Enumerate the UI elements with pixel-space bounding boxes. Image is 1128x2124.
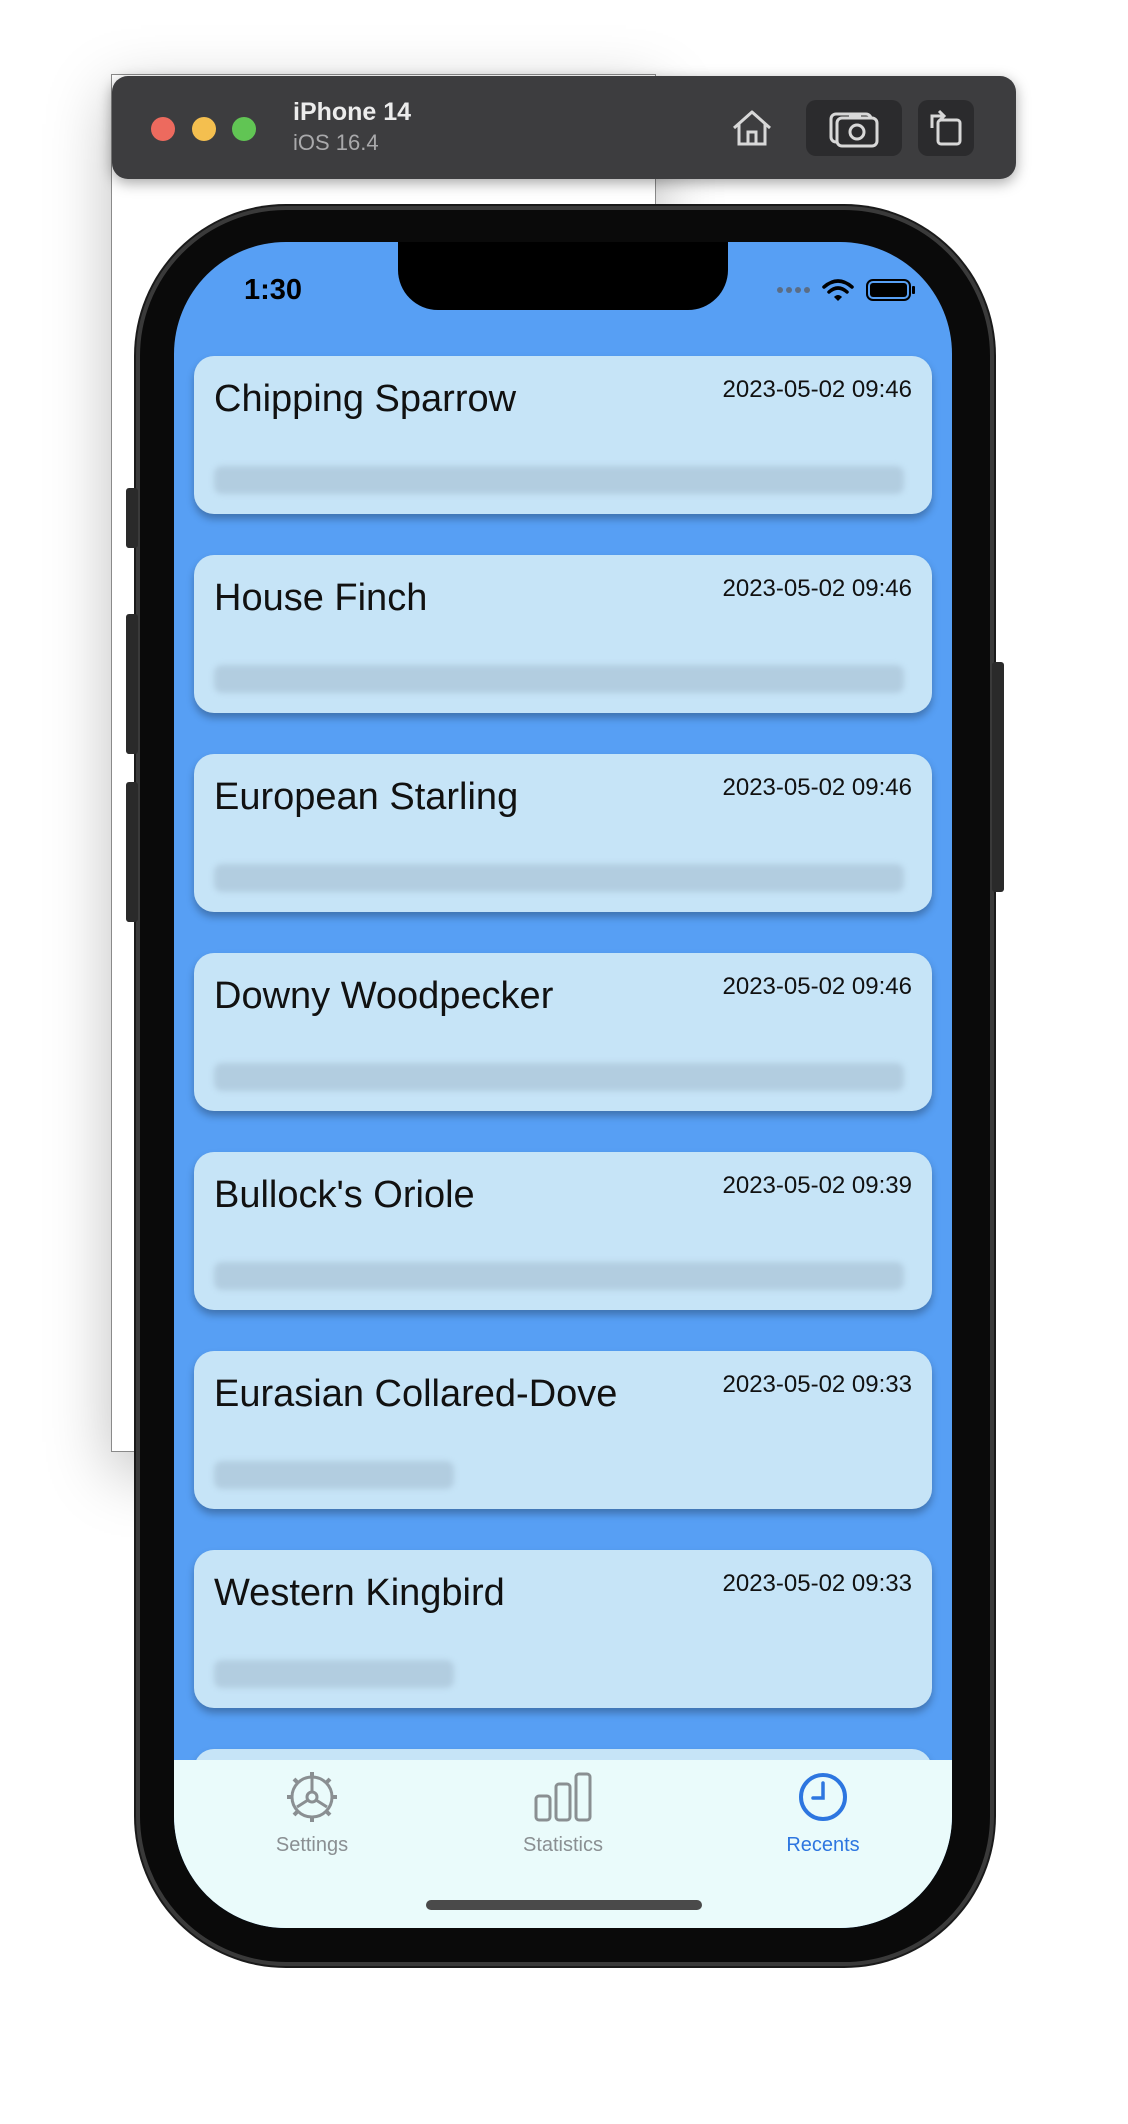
volume-up-button: [126, 614, 138, 754]
tab-label: Recents: [786, 1834, 860, 1856]
simulator-toolbar: iPhone 14 iOS 16.4: [112, 76, 1016, 179]
sighting-timestamp: 2023-05-02 09:46: [722, 376, 913, 403]
sighting-card[interactable]: Downy Woodpecker 2023-05-02 09:46: [194, 953, 932, 1111]
power-button: [992, 662, 1004, 892]
minimize-window-button[interactable]: [192, 117, 216, 141]
sighting-card[interactable]: House Finch 2023-05-02 09:46: [194, 555, 932, 713]
bird-name: Eurasian Collared-Dove: [214, 1373, 618, 1415]
home-icon: [733, 110, 771, 146]
bird-name: Western Kingbird: [214, 1572, 505, 1614]
clock-icon: [799, 1773, 847, 1821]
redacted-details: [214, 1063, 904, 1091]
rotate-icon: [930, 109, 962, 146]
zoom-window-button[interactable]: [232, 117, 256, 141]
close-window-button[interactable]: [151, 117, 175, 141]
tab-statistics[interactable]: Statistics: [483, 1770, 643, 1857]
tab-label: Statistics: [522, 1834, 604, 1856]
device-name: iPhone 14: [293, 98, 412, 126]
bird-name: Downy Woodpecker: [214, 975, 554, 1017]
bird-name: House Finch: [214, 577, 428, 619]
redacted-details: [214, 1660, 454, 1688]
status-time: 1:30: [244, 274, 303, 306]
sighting-timestamp: 2023-05-02 09:46: [722, 575, 913, 602]
sighting-timestamp: 2023-05-02 09:39: [722, 1172, 913, 1199]
sighting-timestamp: 2023-05-02 09:33: [722, 1371, 913, 1398]
sighting-timestamp: 2023-05-02 09:33: [722, 1570, 913, 1597]
notch: [398, 242, 728, 310]
redacted-details: [214, 1262, 904, 1290]
sighting-card[interactable]: Bullock's Oriole 2023-05-02 09:39: [194, 1152, 932, 1310]
status-icons: [776, 278, 916, 302]
bar-chart-icon: [534, 1772, 592, 1822]
silent-switch: [126, 488, 138, 548]
screenshot-icon: [829, 112, 879, 148]
tab-recents[interactable]: Recents: [743, 1770, 903, 1857]
cellular-dots-icon: [777, 287, 810, 293]
battery-icon: [866, 279, 915, 301]
sighting-card[interactable]: Chipping Sparrow 2023-05-02 09:46: [194, 356, 932, 514]
sighting-timestamp: 2023-05-02 09:46: [722, 973, 913, 1000]
redacted-details: [214, 864, 904, 892]
phone-screen: 1:30 Chipping Sparrow 2023-05-02 09:46 H…: [174, 242, 952, 1928]
tab-bar: Settings Statistics Recents: [174, 1760, 952, 1928]
bird-name: Bullock's Oriole: [214, 1174, 475, 1216]
home-indicator[interactable]: [426, 1900, 702, 1910]
tab-label: Settings: [275, 1834, 349, 1856]
sighting-timestamp: 2023-05-02 09:46: [722, 774, 913, 801]
sighting-card[interactable]: Eurasian Collared-Dove 2023-05-02 09:33: [194, 1351, 932, 1509]
sighting-card[interactable]: Western Kingbird 2023-05-02 09:33: [194, 1550, 932, 1708]
bird-name: European Starling: [214, 776, 519, 818]
bird-name: Chipping Sparrow: [214, 378, 517, 420]
tab-settings[interactable]: Settings: [232, 1770, 392, 1857]
os-version: iOS 16.4: [293, 130, 379, 155]
redacted-details: [214, 1461, 454, 1489]
screenshot-button[interactable]: [806, 100, 902, 156]
redacted-details: [214, 665, 904, 693]
home-button[interactable]: [724, 100, 780, 156]
wifi-icon: [822, 279, 854, 301]
redacted-details: [214, 466, 904, 494]
rotate-button[interactable]: [918, 100, 974, 156]
gear-icon: [287, 1772, 337, 1822]
volume-down-button: [126, 782, 138, 922]
sighting-card[interactable]: European Starling 2023-05-02 09:46: [194, 754, 932, 912]
